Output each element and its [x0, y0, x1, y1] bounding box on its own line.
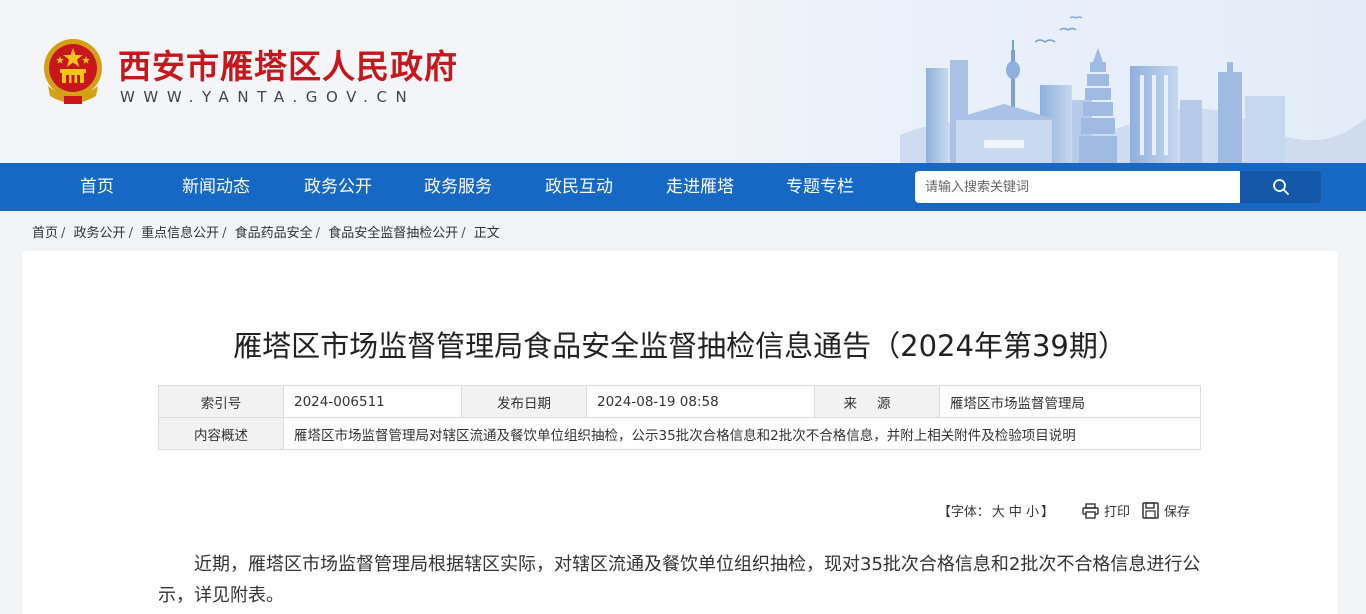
- article-tools: 【字体：大中小】 打印 保存: [938, 501, 1190, 520]
- save-icon: [1142, 502, 1159, 519]
- nav-item-topics[interactable]: 专题专栏: [786, 163, 854, 211]
- font-size-medium[interactable]: 中: [1009, 505, 1022, 520]
- index-label: 索引号: [158, 385, 284, 418]
- search-icon: [1272, 179, 1289, 195]
- nav-item-news[interactable]: 新闻动态: [182, 163, 250, 211]
- save-label: 保存: [1163, 505, 1190, 520]
- index-value: 2024-006511: [283, 385, 462, 418]
- date-label: 发布日期: [461, 385, 587, 418]
- breadcrumb-item-food-inspection[interactable]: 食品安全监督抽检公开: [328, 226, 458, 241]
- font-size-bracket: 】: [1040, 505, 1054, 520]
- summary-value: 雁塔区市场监督管理局对辖区流通及餐饮单位组织抽检，公示35批次合格信息和2批次不…: [283, 417, 1201, 450]
- meta-row: 索引号 2024-006511 发布日期 2024-08-19 08:58 来源…: [158, 385, 1201, 418]
- nav-item-home[interactable]: 首页: [80, 163, 114, 211]
- print-label: 打印: [1103, 505, 1130, 520]
- breadcrumb-separator: /: [461, 226, 466, 241]
- city-skyline-illustration: [900, 16, 1366, 163]
- article-meta-table: 索引号 2024-006511 发布日期 2024-08-19 08:58 来源…: [158, 385, 1201, 450]
- breadcrumb-item-gov-info[interactable]: 政务公开: [74, 226, 126, 241]
- nav-item-interaction[interactable]: 政民互动: [545, 163, 613, 211]
- breadcrumb-separator: /: [128, 226, 133, 241]
- article-body-paragraph: 近期，雁塔区市场监督管理局根据辖区实际，对辖区流通及餐饮单位组织抽检，现对35批…: [158, 554, 1201, 606]
- font-size-small[interactable]: 小: [1026, 505, 1039, 520]
- breadcrumb-item-current: 正文: [473, 226, 500, 241]
- breadcrumb-separator: /: [61, 226, 66, 241]
- source-value: 雁塔区市场监督管理局: [939, 385, 1201, 418]
- printer-icon: [1082, 502, 1099, 519]
- search-button[interactable]: [1240, 171, 1321, 203]
- font-size-large[interactable]: 大: [992, 505, 1005, 520]
- summary-label: 内容概述: [158, 417, 284, 450]
- nav-item-gov-service[interactable]: 政务服务: [424, 163, 492, 211]
- article-title: 雁塔区市场监督管理局食品安全监督抽检信息通告（2024年第39期）: [233, 329, 1127, 363]
- source-label: 来源: [814, 385, 940, 418]
- breadcrumb-item-key-info[interactable]: 重点信息公开: [141, 226, 219, 241]
- meta-row: 内容概述 雁塔区市场监督管理局对辖区流通及餐饮单位组织抽检，公示35批次合格信息…: [158, 417, 1201, 450]
- main-nav: 首页 新闻动态 政务公开 政务服务 政民互动 走进雁塔 专题专栏: [0, 163, 1366, 211]
- site-domain: WWW.YANTA.GOV.CN: [120, 88, 416, 106]
- national-emblem-icon: [44, 39, 102, 104]
- breadcrumb-item-home[interactable]: 首页: [32, 226, 58, 241]
- font-size-switcher: 【字体：大中小】: [938, 501, 1054, 520]
- nav-item-about[interactable]: 走进雁塔: [666, 163, 734, 211]
- breadcrumb-separator: /: [315, 226, 321, 241]
- font-size-label: 【字体：: [937, 505, 990, 520]
- date-value: 2024-08-19 08:58: [586, 385, 815, 418]
- article-container: 雁塔区市场监督管理局食品安全监督抽检信息通告（2024年第39期） 索引号 20…: [22, 251, 1338, 614]
- save-button[interactable]: 保存: [1142, 501, 1190, 520]
- site-header: 西安市雁塔区人民政府 WWW.YANTA.GOV.CN: [0, 0, 1366, 163]
- breadcrumb-item-food-drug[interactable]: 食品药品安全: [235, 226, 313, 241]
- site-name: 西安市雁塔区人民政府: [118, 47, 458, 86]
- breadcrumb: 首页 / 政务公开 / 重点信息公开 / 食品药品安全 / 食品安全监督抽检公开 / 正文: [32, 222, 500, 241]
- search-input[interactable]: [915, 171, 1241, 203]
- nav-item-gov-info[interactable]: 政务公开: [304, 163, 372, 211]
- print-button[interactable]: 打印: [1082, 501, 1130, 520]
- breadcrumb-separator: /: [222, 226, 227, 241]
